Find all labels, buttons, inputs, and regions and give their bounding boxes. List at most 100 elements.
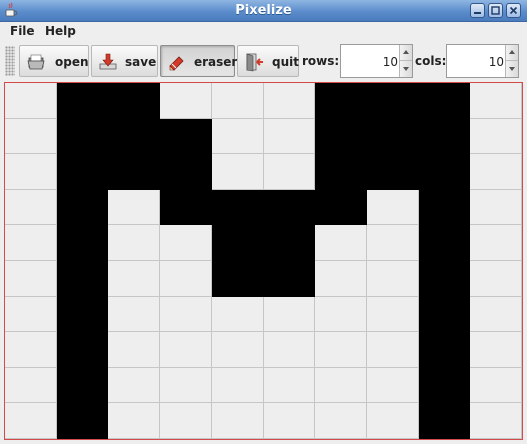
pixel-cell[interactable] <box>264 368 315 403</box>
pixel-cell[interactable] <box>419 154 470 190</box>
pixel-cell[interactable] <box>367 403 419 439</box>
pixel-cell[interactable] <box>57 332 108 368</box>
pixel-cell[interactable] <box>367 225 419 261</box>
pixel-cell[interactable] <box>264 403 315 439</box>
pixel-cell[interactable] <box>57 297 108 332</box>
pixel-cell[interactable] <box>5 368 57 403</box>
pixel-cell[interactable] <box>108 403 160 439</box>
pixel-cell[interactable] <box>419 297 470 332</box>
pixel-cell[interactable] <box>470 332 522 368</box>
pixel-cell[interactable] <box>315 119 367 154</box>
pixel-cell[interactable] <box>470 190 522 225</box>
maximize-button[interactable] <box>488 3 503 18</box>
pixel-cell[interactable] <box>5 261 57 297</box>
pixel-cell[interactable] <box>108 225 160 261</box>
pixel-cell[interactable] <box>212 261 264 297</box>
pixel-grid[interactable] <box>5 83 522 439</box>
menu-help[interactable]: Help <box>45 24 76 38</box>
pixel-cell[interactable] <box>470 119 522 154</box>
pixel-cell[interactable] <box>315 332 367 368</box>
pixel-cell[interactable] <box>315 261 367 297</box>
pixel-cell[interactable] <box>160 119 212 154</box>
pixel-cell[interactable] <box>419 403 470 439</box>
pixel-cell[interactable] <box>57 83 108 119</box>
pixel-cell[interactable] <box>5 332 57 368</box>
eraser-button[interactable]: eraser <box>160 45 237 77</box>
pixel-cell[interactable] <box>57 154 108 190</box>
minimize-button[interactable] <box>470 3 485 18</box>
pixel-cell[interactable] <box>419 332 470 368</box>
pixel-cell[interactable] <box>108 261 160 297</box>
pixel-cell[interactable] <box>5 83 57 119</box>
pixel-cell[interactable] <box>470 225 522 261</box>
pixel-cell[interactable] <box>212 190 264 225</box>
pixel-cell[interactable] <box>419 368 470 403</box>
pixel-cell[interactable] <box>108 332 160 368</box>
pixel-cell[interactable] <box>264 225 315 261</box>
pixel-cell[interactable] <box>160 190 212 225</box>
pixel-cell[interactable] <box>315 403 367 439</box>
pixel-cell[interactable] <box>315 297 367 332</box>
pixel-cell[interactable] <box>160 297 212 332</box>
pixel-cell[interactable] <box>160 83 212 119</box>
pixel-cell[interactable] <box>367 119 419 154</box>
pixel-cell[interactable] <box>264 261 315 297</box>
toolbar-grip[interactable] <box>5 46 15 76</box>
pixel-cell[interactable] <box>212 297 264 332</box>
pixel-cell[interactable] <box>367 261 419 297</box>
pixel-cell[interactable] <box>57 261 108 297</box>
pixel-cell[interactable] <box>5 225 57 261</box>
pixel-cell[interactable] <box>419 190 470 225</box>
pixel-cell[interactable] <box>315 225 367 261</box>
open-button[interactable]: open <box>19 45 89 77</box>
pixel-cell[interactable] <box>212 403 264 439</box>
pixel-cell[interactable] <box>108 83 160 119</box>
rows-decrement-button[interactable] <box>400 61 412 77</box>
pixel-cell[interactable] <box>419 261 470 297</box>
pixel-cell[interactable] <box>160 332 212 368</box>
pixel-cell[interactable] <box>5 297 57 332</box>
pixel-cell[interactable] <box>470 297 522 332</box>
pixel-cell[interactable] <box>367 190 419 225</box>
pixel-cell[interactable] <box>419 225 470 261</box>
pixel-cell[interactable] <box>57 225 108 261</box>
quit-button[interactable]: quit <box>237 45 299 77</box>
rows-value[interactable]: 10 <box>383 55 398 69</box>
pixel-canvas[interactable] <box>4 82 523 440</box>
pixel-cell[interactable] <box>160 154 212 190</box>
cols-increment-button[interactable] <box>506 45 518 61</box>
pixel-cell[interactable] <box>212 154 264 190</box>
pixel-cell[interactable] <box>264 332 315 368</box>
pixel-cell[interactable] <box>367 332 419 368</box>
save-button[interactable]: save <box>91 45 158 77</box>
pixel-cell[interactable] <box>264 297 315 332</box>
pixel-cell[interactable] <box>367 154 419 190</box>
pixel-cell[interactable] <box>264 154 315 190</box>
pixel-cell[interactable] <box>367 368 419 403</box>
rows-increment-button[interactable] <box>400 45 412 61</box>
pixel-cell[interactable] <box>5 190 57 225</box>
cols-value[interactable]: 10 <box>489 55 504 69</box>
pixel-cell[interactable] <box>419 83 470 119</box>
pixel-cell[interactable] <box>5 154 57 190</box>
pixel-cell[interactable] <box>108 119 160 154</box>
pixel-cell[interactable] <box>108 190 160 225</box>
pixel-cell[interactable] <box>160 403 212 439</box>
cols-decrement-button[interactable] <box>506 61 518 77</box>
pixel-cell[interactable] <box>57 368 108 403</box>
pixel-cell[interactable] <box>315 154 367 190</box>
pixel-cell[interactable] <box>160 261 212 297</box>
pixel-cell[interactable] <box>108 297 160 332</box>
menu-file[interactable]: File <box>10 24 35 38</box>
pixel-cell[interactable] <box>315 368 367 403</box>
pixel-cell[interactable] <box>212 119 264 154</box>
pixel-cell[interactable] <box>470 154 522 190</box>
pixel-cell[interactable] <box>212 332 264 368</box>
pixel-cell[interactable] <box>367 83 419 119</box>
pixel-cell[interactable] <box>264 119 315 154</box>
pixel-cell[interactable] <box>108 368 160 403</box>
pixel-cell[interactable] <box>367 297 419 332</box>
pixel-cell[interactable] <box>264 83 315 119</box>
pixel-cell[interactable] <box>470 83 522 119</box>
pixel-cell[interactable] <box>160 225 212 261</box>
